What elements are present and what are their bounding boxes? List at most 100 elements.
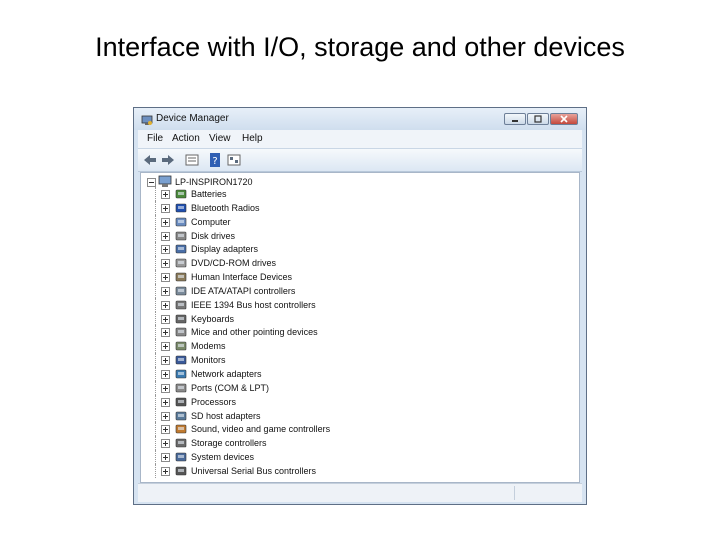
properties-icon[interactable]	[184, 152, 200, 168]
tree-item-label: Modems	[191, 341, 226, 352]
menu-view[interactable]: View	[209, 133, 231, 144]
expand-icon[interactable]	[161, 328, 170, 339]
window-title: Device Manager	[156, 113, 229, 124]
tree-item[interactable]: Batteries	[141, 187, 571, 201]
expand-icon[interactable]	[161, 383, 170, 395]
tree-item-label: Batteries	[191, 189, 227, 199]
tree-item[interactable]: Processors	[141, 394, 571, 409]
expand-icon[interactable]	[161, 217, 170, 229]
tree-item[interactable]: Monitors	[141, 353, 571, 367]
tree-item[interactable]: Keyboards	[141, 311, 571, 326]
close-icon	[560, 115, 568, 123]
usb-icon	[175, 465, 187, 479]
tree-line	[155, 297, 156, 312]
close-button[interactable]	[550, 113, 578, 125]
tree-line	[155, 256, 156, 271]
device-manager-window: Device Manager File Action View Help ? L…	[133, 107, 587, 505]
tree-item[interactable]: Computer	[141, 214, 571, 229]
status-bar	[138, 483, 582, 502]
tree-item-label: Storage controllers	[191, 438, 267, 449]
tree-item-label: Disk drives	[191, 230, 236, 241]
maximize-button[interactable]	[527, 113, 549, 125]
menu-help[interactable]: Help	[242, 133, 263, 144]
tree-line	[155, 380, 156, 395]
expand-icon[interactable]	[161, 369, 170, 381]
device-tree[interactable]: LP-INSPIRON1720 Batteries Bluetooth Radio…	[140, 172, 580, 483]
tree-item[interactable]: IDE ATA/ATAPI controllers	[141, 283, 571, 298]
tree-item[interactable]: Bluetooth Radios	[141, 200, 571, 215]
tree-item[interactable]: IEEE 1394 Bus host controllers	[141, 297, 571, 312]
expand-icon[interactable]	[161, 245, 170, 256]
tree-item[interactable]: Storage controllers	[141, 436, 571, 451]
expand-icon[interactable]	[161, 203, 170, 215]
expand-icon[interactable]	[161, 342, 170, 353]
tree-item[interactable]: Ports (COM & LPT)	[141, 380, 571, 395]
tree-item-label: Universal Serial Bus controllers	[191, 465, 317, 476]
forward-icon[interactable]	[160, 152, 176, 168]
tree-item-label: Computer	[191, 216, 231, 227]
expand-icon[interactable]	[161, 466, 170, 478]
expand-icon[interactable]	[161, 439, 170, 450]
tree-item[interactable]: Network adapters	[141, 366, 571, 381]
tree-item-label: Ports (COM & LPT)	[191, 382, 270, 393]
tree-line	[155, 422, 156, 437]
tree-item[interactable]: DVD/CD-ROM drives	[141, 256, 571, 271]
menu-view-label: View	[209, 133, 231, 144]
svg-text:?: ?	[212, 156, 217, 167]
tree-line	[155, 463, 156, 478]
menu-action[interactable]: Action	[172, 133, 200, 144]
tree-item[interactable]: Universal Serial Bus controllers	[141, 463, 571, 479]
expand-icon[interactable]	[161, 411, 170, 423]
back-icon[interactable]	[142, 152, 158, 168]
tree-item[interactable]: Human Interface Devices	[141, 270, 571, 284]
tree-item-label: Sound, video and game controllers	[191, 424, 331, 435]
expand-icon[interactable]	[161, 300, 170, 312]
expand-icon[interactable]	[161, 273, 170, 284]
tree-line	[155, 228, 156, 243]
tree-item-label: IEEE 1394 Bus host controllers	[191, 299, 316, 310]
tree-root-label: LP-INSPIRON1720	[175, 177, 253, 187]
slide-title: Interface with I/O, storage and other de…	[95, 32, 625, 62]
tree-line	[155, 270, 156, 284]
minimize-button[interactable]	[504, 113, 526, 125]
scan-icon[interactable]	[226, 152, 242, 168]
help-icon[interactable]: ?	[207, 152, 223, 168]
tree-item-label: SD host adapters	[191, 410, 261, 421]
minimize-icon	[512, 120, 518, 122]
tree-item-label: DVD/CD-ROM drives	[191, 258, 277, 269]
tree-item[interactable]: SD host adapters	[141, 408, 571, 423]
tree-item-label: Bluetooth Radios	[191, 202, 260, 213]
tree-item[interactable]: Modems	[141, 339, 571, 354]
expand-icon[interactable]	[161, 190, 170, 201]
tree-item[interactable]: Sound, video and game controllers	[141, 422, 571, 437]
tree-item[interactable]: Disk drives	[141, 228, 571, 243]
tree-item[interactable]: Display adapters	[141, 242, 571, 257]
menu-bar: File Action View Help	[138, 130, 582, 149]
expand-icon[interactable]	[161, 231, 170, 243]
expand-icon[interactable]	[161, 356, 170, 367]
menu-file[interactable]: File	[147, 133, 163, 144]
expand-icon[interactable]	[161, 453, 170, 464]
device-manager-icon	[141, 113, 153, 131]
tree-item-label: Network adapters	[191, 368, 262, 379]
expand-icon[interactable]	[161, 397, 170, 409]
tree-line	[155, 242, 156, 257]
tree-item-label: Human Interface Devices	[191, 272, 293, 283]
status-separator	[514, 486, 515, 500]
tree-line	[155, 366, 156, 381]
tree-line	[155, 283, 156, 298]
tree-item[interactable]: System devices	[141, 450, 571, 464]
tree-line	[155, 408, 156, 423]
tree-line	[155, 339, 156, 354]
tree-items: Batteries Bluetooth Radios Computer Disk dr…	[141, 187, 571, 478]
menu-help-label: Help	[242, 133, 263, 144]
expand-icon[interactable]	[161, 314, 170, 326]
title-bar[interactable]: Device Manager	[134, 108, 586, 130]
expand-icon[interactable]	[161, 286, 170, 298]
expand-icon[interactable]	[161, 425, 170, 436]
tree-item[interactable]: Mice and other pointing devices	[141, 325, 571, 340]
menu-action-label: Action	[172, 133, 200, 144]
expand-icon[interactable]	[161, 259, 170, 270]
tree-item-label: Display adapters	[191, 244, 259, 255]
tree-line	[155, 311, 156, 326]
